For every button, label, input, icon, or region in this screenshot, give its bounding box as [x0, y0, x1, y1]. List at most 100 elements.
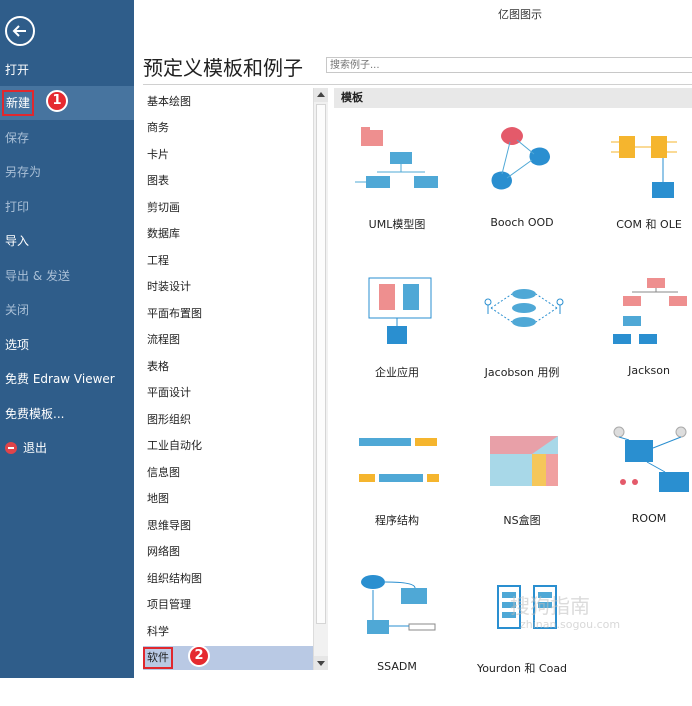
category-label: 剪切画: [147, 201, 180, 214]
menu-exit-label: 退出: [23, 441, 48, 455]
template-tile-program-structure[interactable]: 程序结构: [337, 418, 457, 558]
category-label: 信息图: [147, 466, 180, 479]
category-label: 图表: [147, 174, 169, 187]
template-tile-yourdon[interactable]: Yourdon 和 Coad: [462, 566, 582, 706]
divider: [143, 84, 692, 85]
category-item-software[interactable]: 软件: [143, 646, 313, 670]
template-tile-jackson[interactable]: Jackson: [589, 270, 692, 410]
template-tile-uml[interactable]: UML模型图: [337, 122, 457, 262]
app-title: 亿图图示: [498, 8, 542, 21]
category-item[interactable]: 工程: [143, 248, 313, 274]
category-item[interactable]: 剪切画: [143, 195, 313, 221]
category-label: 商务: [147, 121, 169, 134]
category-item[interactable]: 科学: [143, 619, 313, 645]
category-label: 基本绘图: [147, 95, 191, 108]
category-item[interactable]: 商务: [143, 115, 313, 141]
menu-export-send-label: 导出 & 发送: [5, 269, 70, 283]
category-item[interactable]: 信息图: [143, 460, 313, 486]
exit-icon: [5, 441, 17, 454]
page-title: 预定义模板和例子: [143, 56, 303, 80]
menu-new-label: 新建: [6, 96, 31, 110]
category-label: 平面设计: [147, 386, 191, 399]
ns-box-icon: [490, 436, 558, 486]
menu-save[interactable]: 保存: [0, 121, 134, 155]
menu-open[interactable]: 打开: [0, 53, 134, 87]
booch-ood-icon: [491, 127, 550, 190]
menu-import[interactable]: 导入: [0, 224, 134, 258]
menu-free-templates-label: 免费模板...: [5, 407, 65, 421]
category-item[interactable]: 流程图: [143, 327, 313, 353]
category-item[interactable]: 平面布置图: [143, 301, 313, 327]
category-label: 表格: [147, 360, 169, 373]
template-label: Jackson: [628, 364, 670, 377]
watermark-url: zhinan.sogou.com: [520, 618, 621, 631]
category-item[interactable]: 时装设计: [143, 274, 313, 300]
search-input[interactable]: [326, 57, 692, 73]
menu-print[interactable]: 打印: [0, 190, 134, 224]
com-ole-icon: [611, 136, 677, 198]
menu-free-viewer[interactable]: 免费 Edraw Viewer: [0, 362, 134, 396]
template-tile-jacobson[interactable]: Jacobson 用例: [462, 270, 582, 410]
template-label: Yourdon 和 Coad: [476, 662, 568, 675]
category-item[interactable]: 平面设计: [143, 380, 313, 406]
templates-header: 模板: [334, 88, 692, 108]
template-tile-ssadm[interactable]: SSADM: [337, 566, 457, 706]
scroll-down-icon: [317, 661, 325, 666]
menu-free-templates[interactable]: 免费模板...: [0, 397, 134, 431]
category-scrollbar[interactable]: [313, 88, 328, 670]
category-item[interactable]: 基本绘图: [143, 89, 313, 115]
template-label: Jacobson 用例: [484, 366, 560, 379]
template-label: Booch OOD: [490, 216, 554, 229]
category-item[interactable]: 卡片: [143, 142, 313, 168]
step-badge-1: 1: [46, 90, 68, 112]
room-icon: [613, 426, 689, 492]
scroll-up-button[interactable]: [314, 88, 328, 102]
category-label: 组织结构图: [147, 572, 202, 585]
category-item[interactable]: 思维导图: [143, 513, 313, 539]
category-item[interactable]: 工业自动化: [143, 433, 313, 459]
category-label: 思维导图: [147, 519, 191, 532]
category-label: 项目管理: [147, 598, 191, 611]
category-item[interactable]: 项目管理: [143, 592, 313, 618]
back-arrow-icon[interactable]: [5, 16, 35, 46]
category-item[interactable]: 组织结构图: [143, 566, 313, 592]
menu-save-as[interactable]: 另存为: [0, 155, 134, 189]
category-label: 图形组织: [147, 413, 191, 426]
category-item[interactable]: 数据库: [143, 221, 313, 247]
category-list: 基本绘图 商务 卡片 图表 剪切画 数据库 工程 时装设计 平面布置图 流程图 …: [143, 88, 313, 670]
category-item[interactable]: 网络图: [143, 539, 313, 565]
scroll-down-button[interactable]: [314, 656, 328, 670]
jackson-icon: [613, 278, 687, 344]
menu-import-label: 导入: [5, 234, 30, 248]
category-item[interactable]: 图形组织: [143, 407, 313, 433]
menu-free-viewer-label: 免费 Edraw Viewer: [5, 372, 115, 386]
menu-print-label: 打印: [5, 200, 30, 214]
menu-close-label: 关闭: [5, 303, 30, 317]
template-tile-room[interactable]: ROOM: [589, 418, 692, 558]
scroll-thumb[interactable]: [316, 104, 326, 624]
menu-save-as-label: 另存为: [5, 165, 42, 179]
template-tile-com-ole[interactable]: COM 和 OLE: [589, 122, 692, 262]
category-item[interactable]: 地图: [143, 486, 313, 512]
template-label: ROOM: [631, 512, 667, 525]
template-tile-booch[interactable]: Booch OOD: [462, 122, 582, 262]
category-label: 流程图: [147, 333, 180, 346]
template-tile-ns-box[interactable]: NS盒图: [462, 418, 582, 558]
menu-options-label: 选项: [5, 338, 30, 352]
uml-diagram-icon: [355, 127, 438, 188]
ssadm-icon: [361, 575, 436, 634]
category-label: 工程: [147, 254, 169, 267]
category-item[interactable]: 表格: [143, 354, 313, 380]
menu-close[interactable]: 关闭: [0, 293, 134, 327]
menu-open-label: 打开: [5, 63, 30, 77]
menu-exit[interactable]: 退出: [0, 431, 134, 465]
menu-export-send[interactable]: 导出 & 发送: [0, 259, 134, 293]
category-label: 软件: [147, 651, 169, 664]
menu-options[interactable]: 选项: [0, 328, 134, 362]
menu-new-highlight: 新建: [2, 90, 35, 116]
watermark: 搜狗指南: [510, 594, 590, 618]
category-label: 时装设计: [147, 280, 191, 293]
category-item[interactable]: 图表: [143, 168, 313, 194]
sidebar: 打开 新建 1 保存 另存为 打印 导入 导出 & 发送 关闭 选项 免费 Ed…: [0, 0, 134, 678]
template-tile-enterprise[interactable]: 企业应用: [337, 270, 457, 410]
